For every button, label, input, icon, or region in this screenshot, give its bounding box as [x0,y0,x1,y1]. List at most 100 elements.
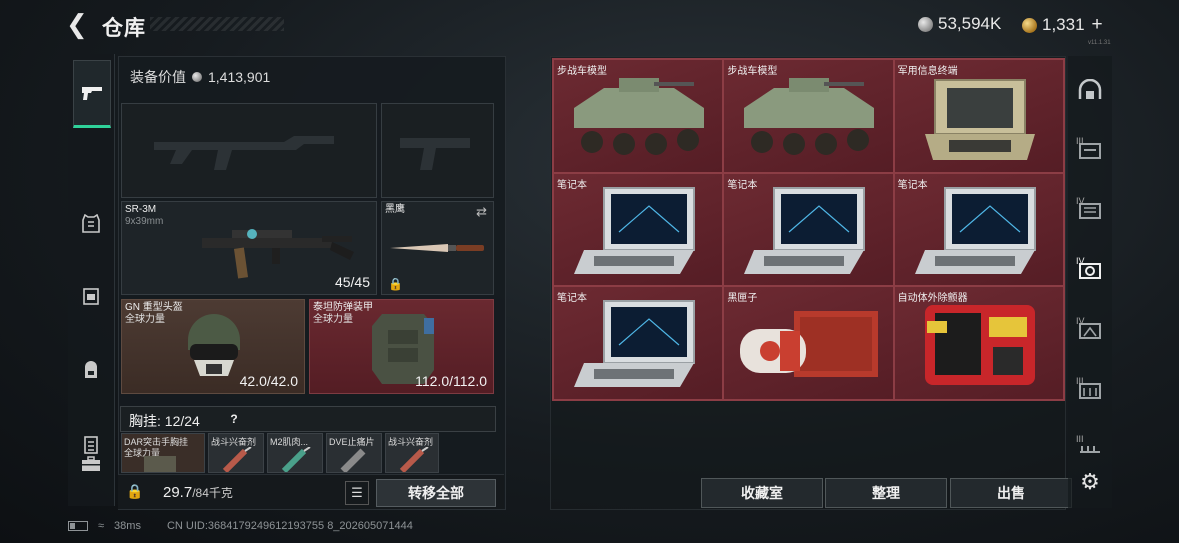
item-name: 笔记本 [557,179,587,191]
title-decoration [150,17,284,31]
item-name: 步战车模型 [557,66,607,77]
nav-tier-iv-active[interactable]: IV [1076,256,1104,284]
status-bar: ≈ 38ms CN UID:3684179249612193755 8_2026… [68,520,413,532]
warehouse-item[interactable]: 军用信息终端 [893,59,1064,173]
pill-tube-icon [340,448,366,472]
armor-slot[interactable]: 泰坦防弹装甲 全球力量 112.0/112.0 [309,299,494,394]
weapon-ammo: 45/45 [334,274,370,290]
page-title: 仓库 [102,17,146,40]
tier-level: III [1076,434,1084,444]
laptop-icon [574,300,695,388]
armor-name: 泰坦防弹装甲 [313,302,373,313]
consumable-slot[interactable]: 战斗兴奋剂 [385,433,439,473]
equipment-value-label: 装备价值 [130,69,186,85]
version-label: v11.1.31 [1088,40,1111,46]
item-name: 军用信息终端 [897,66,958,77]
uid-label: CN UID:3684179249612193755 8_20260507144… [166,520,413,532]
nav-rig[interactable] [73,278,109,314]
back-icon[interactable]: ❮ [66,11,92,38]
sort-button[interactable]: 整理 [825,478,947,508]
list-view-button[interactable]: ☰ [345,481,369,505]
chest-rig-bar[interactable]: 胸挂: 12/24 ? [120,406,496,432]
briefcase-icon [82,456,100,471]
item-name: 自动体外除颤器 [897,293,968,305]
armor-durability: 112.0/112.0 [415,373,487,389]
tier-level: IV [1076,196,1085,206]
warehouse-item[interactable]: 步战车模型 [723,59,894,173]
helmet-slot[interactable]: GN 重型头盔 全球力量 42.0/42.0 [121,299,305,394]
consumable-slot[interactable]: DVE止痛片 [326,433,382,473]
warehouse-grid: 步战车模型 步战车模型 军用信息终端 笔记本 笔记本 笔记本 笔记本 黑匣子 自… [552,58,1065,401]
backpack-icon [85,361,97,378]
gold-coin-icon [1022,17,1037,33]
right-nav: III IV IV IV III III ⚙ [1068,56,1112,508]
knife-icon [390,244,484,252]
transfer-all-button[interactable]: 转移全部 [376,479,496,507]
nav-dome[interactable] [1076,76,1104,104]
warehouse-item[interactable]: 步战车模型 [553,59,724,173]
wifi-icon: ≈ [98,520,105,532]
nav-briefcase[interactable] [73,446,109,482]
primary-weapon-slot[interactable]: SR-3M 9x39mm 45/45 [121,201,377,295]
weapon-name: SR-3M [125,204,157,215]
helmet-durability: 42.0/42.0 [239,373,298,389]
laptop-icon [574,186,695,274]
swap-icon[interactable]: ⇄ [476,204,487,220]
nav-tier-iv[interactable]: IV [1076,196,1104,224]
silver-currency: 53,594K [918,14,1001,34]
item-name: 笔记本 [557,293,587,305]
consumable-slot[interactable]: 战斗兴奋剂 [208,433,264,473]
pistol-icon [82,87,102,100]
lock-icon[interactable]: 🔒 [126,483,143,499]
warehouse-item[interactable]: 自动体外除颤器 [893,286,1064,400]
syringe-icon [281,447,311,472]
nav-tier-iii[interactable]: III [1076,136,1104,164]
add-gold-button[interactable]: + [1092,14,1103,36]
settings-button[interactable]: ⚙ [1076,468,1104,496]
tier-level: III [1076,376,1084,386]
item-name: 笔记本 [727,179,758,191]
consumable-slot[interactable]: M2肌肉... [267,433,323,473]
pistol-silhouette-icon [400,138,470,170]
collection-room-button[interactable]: 收藏室 [701,478,823,508]
nav-tier-iii-c[interactable]: III [1076,434,1104,462]
chest-rig-label: 胸挂: 12/24 [129,413,200,429]
item-name: 笔记本 [897,179,928,191]
nav-armor[interactable] [73,206,109,242]
warehouse-item[interactable]: 笔记本 [893,172,1064,287]
silver-coin-icon [192,72,202,82]
equipment-value: 装备价值 1,413,901 [130,67,270,87]
tier-level: IV [1076,256,1085,266]
gold-amount: 1,331 [1042,15,1085,34]
helmet-name: GN 重型头盔 [125,302,183,313]
ifv-model-icon [744,78,875,155]
lock-icon: 🔒 [388,277,403,291]
warehouse-item[interactable]: 笔记本 [723,172,894,287]
nav-tier-iv-b[interactable]: IV [1076,316,1104,344]
primary-weapon-slot-empty[interactable] [121,103,377,198]
battery-icon [68,521,88,531]
secondary-weapon-slot-empty[interactable] [381,103,494,198]
warehouse-item[interactable]: 黑匣子 [723,286,894,400]
aed-icon [924,305,1035,386]
sell-button[interactable]: 出售 [950,478,1072,508]
chest-rig-icon [144,456,176,472]
nav-backpack[interactable] [73,352,109,388]
dome-icon [1078,79,1102,99]
ping-value: 38ms [114,520,141,532]
gold-currency[interactable]: 1,331 + [1022,14,1103,36]
weight-bar: 🔒 29.7/84千克 ☰ 转移全部 [118,474,504,509]
equipment-value-amount: 1,413,901 [208,69,271,85]
black-box-icon [740,311,879,378]
melee-slot[interactable]: 黑鹰 ⇄ 🔒 [381,201,494,295]
warehouse-item[interactable]: 笔记本 [553,286,724,400]
nav-weapons[interactable] [73,60,111,128]
help-icon[interactable]: ? [225,410,243,428]
rig-item-slot[interactable]: DAR突击手胸挂 全球力量 [121,433,205,473]
tier-level: IV [1076,316,1085,326]
nav-tier-iii-b[interactable]: III [1076,376,1104,404]
warehouse-item[interactable]: 笔记本 [553,172,724,287]
helmet-sub: 全球力量 [125,314,165,325]
laptop-icon [914,186,1036,274]
military-terminal-icon [924,79,1035,160]
